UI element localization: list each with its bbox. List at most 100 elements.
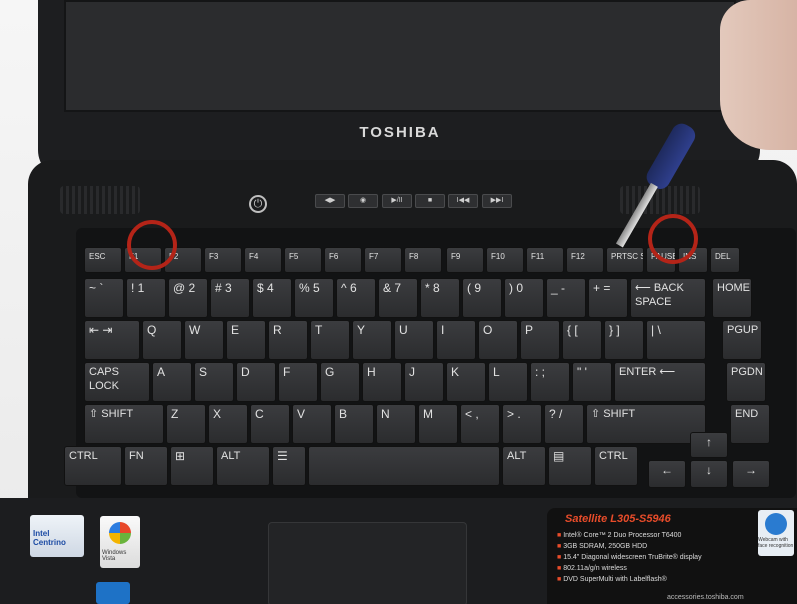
key-del: DEL (710, 247, 740, 273)
key-minus: _ - (546, 278, 586, 318)
key-8: * 8 (420, 278, 460, 318)
key-w: W (184, 320, 224, 360)
key-f3: F3 (204, 247, 242, 273)
key-o: O (478, 320, 518, 360)
key-shift-left: ⇧ SHIFT (84, 404, 164, 444)
highlight-ring-left (127, 220, 177, 270)
intel-sticker-label: Intel Centrino (33, 529, 66, 547)
spec-list: Intel® Core™ 2 Duo Processor T6400 3GB S… (557, 530, 702, 585)
key-pgup: PGUP (722, 320, 762, 360)
key-rbracket: } ] (604, 320, 644, 360)
key-5: % 5 (294, 278, 334, 318)
key-menu-right: ▤ (548, 446, 592, 486)
key-slash: ? / (544, 404, 584, 444)
key-fn: FN (124, 446, 168, 486)
key-capslock: CAPS LOCK (84, 362, 150, 402)
spec-footer: accessories.toshiba.com (667, 594, 744, 601)
key-a: A (152, 362, 192, 402)
key-backspace: ⟵ BACK SPACE (630, 278, 706, 318)
key-menu-left: ☰ (272, 446, 306, 486)
key-y: Y (352, 320, 392, 360)
media-key: ▶/II (382, 194, 412, 208)
key-pgdn: PGDN (726, 362, 766, 402)
key-u: U (394, 320, 434, 360)
key-tab: ⇤ ⇥ (84, 320, 140, 360)
key-esc: ESC (84, 247, 122, 273)
key-alt-right: ALT (502, 446, 546, 486)
key-4: $ 4 (252, 278, 292, 318)
key-r: R (268, 320, 308, 360)
media-key: ■ (415, 194, 445, 208)
speaker-grille-left (60, 186, 140, 214)
key-alt-left: ALT (216, 446, 270, 486)
key-home: HOME (712, 278, 752, 318)
key-c: C (250, 404, 290, 444)
key-7: & 7 (378, 278, 418, 318)
intel-sticker: Intel Centrino (30, 515, 84, 557)
key-space (308, 446, 500, 486)
key-b: B (334, 404, 374, 444)
key-6: ^ 6 (336, 278, 376, 318)
spec-item: DVD SuperMulti with Labelflash® (557, 574, 702, 585)
key-f7: F7 (364, 247, 402, 273)
key-n: N (376, 404, 416, 444)
key-e: E (226, 320, 266, 360)
key-v: V (292, 404, 332, 444)
key-3: # 3 (210, 278, 250, 318)
brand-logo: TOSHIBA (359, 124, 441, 141)
power-button: ⏻ (249, 195, 267, 213)
key-arrow-right: → (732, 460, 770, 488)
key-0: ) 0 (504, 278, 544, 318)
key-ctrl-left: CTRL (64, 446, 122, 486)
key-arrow-left: ← (648, 460, 686, 488)
key-end: END (730, 404, 770, 444)
key-f10: F10 (486, 247, 524, 273)
windows-sticker: Windows Vista (100, 516, 140, 568)
key-windows: ⊞ (170, 446, 214, 486)
key-d: D (236, 362, 276, 402)
webcam-sticker-label: Webcam with face recognition (758, 537, 794, 549)
media-key: ◀▶ (315, 194, 345, 208)
key-f6: F6 (324, 247, 362, 273)
key-semicolon: : ; (530, 362, 570, 402)
media-key: ▶▶I (482, 194, 512, 208)
spec-item: 3GB SDRAM, 250GB HDD (557, 541, 702, 552)
photo-scene: TOSHIBA ⏻ ◀▶ ◉ ▶/II ■ I◀◀ ▶▶I ESC F1 F2 … (0, 0, 797, 604)
key-quote: " ' (572, 362, 612, 402)
key-f8: F8 (404, 247, 442, 273)
key-equals: + = (588, 278, 628, 318)
key-p: P (520, 320, 560, 360)
key-g: G (320, 362, 360, 402)
key-f5: F5 (284, 247, 322, 273)
key-f9: F9 (446, 247, 484, 273)
key-h: H (362, 362, 402, 402)
spec-title: Satellite L305-S5946 (565, 513, 671, 525)
key-q: Q (142, 320, 182, 360)
spec-item: 15.4" Diagonal widescreen TruBrite® disp… (557, 552, 701, 563)
key-grave: ~ ` (84, 278, 124, 318)
key-2: @ 2 (168, 278, 208, 318)
touchpad (268, 522, 467, 604)
key-f: F (278, 362, 318, 402)
key-f12: F12 (566, 247, 604, 273)
webcam-icon (765, 513, 787, 535)
key-comma: < , (460, 404, 500, 444)
key-l: L (488, 362, 528, 402)
hand (720, 0, 797, 150)
windows-logo-icon (109, 522, 131, 544)
key-t: T (310, 320, 350, 360)
key-m: M (418, 404, 458, 444)
laptop-screen (64, 0, 736, 112)
key-i: I (436, 320, 476, 360)
key-1: ! 1 (126, 278, 166, 318)
energy-star-sticker (96, 582, 130, 604)
key-j: J (404, 362, 444, 402)
key-enter: ENTER ⟵ (614, 362, 706, 402)
key-ctrl-right: CTRL (594, 446, 638, 486)
webcam-sticker: Webcam with face recognition (758, 510, 794, 556)
key-arrow-up: ↑ (690, 432, 728, 458)
key-z: Z (166, 404, 206, 444)
key-f11: F11 (526, 247, 564, 273)
media-key: ◉ (348, 194, 378, 208)
key-x: X (208, 404, 248, 444)
